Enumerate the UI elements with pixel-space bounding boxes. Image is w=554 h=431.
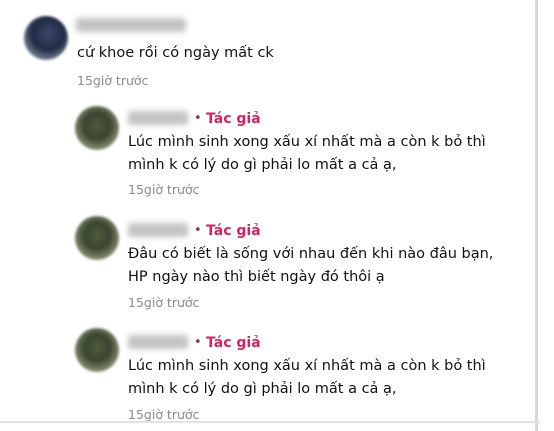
author-name-blurred[interactable]: [128, 223, 188, 237]
reply: • Tác giả Lúc mình sinh xong xấu xí nhất…: [0, 100, 540, 200]
reply: • Tác giả Đâu có biết là sống với nhau đ…: [0, 212, 540, 312]
separator-dot: •: [194, 223, 202, 238]
reply-text-line: Đâu có biết là sống với nhau đến khi nào…: [128, 246, 494, 262]
comment: cứ khoe rồi có ngày mất ck 15giờ trước: [0, 0, 540, 95]
bottom-divider: [0, 421, 540, 423]
author-badge: Tác giả: [206, 223, 261, 239]
author-badge: Tác giả: [206, 111, 261, 127]
avatar[interactable]: [75, 106, 119, 150]
right-border: [535, 0, 538, 431]
avatar[interactable]: [75, 216, 119, 260]
reply-timestamp[interactable]: 15giờ trước: [128, 182, 199, 198]
comment-text-line: cứ khoe rồi có ngày mất ck: [77, 45, 274, 61]
author-badge: Tác giả: [206, 335, 261, 351]
comment-timestamp[interactable]: 15giờ trước: [77, 73, 148, 89]
commenter-name-blurred[interactable]: [76, 18, 186, 32]
separator-dot: •: [194, 335, 202, 350]
reply: • Tác giả Lúc mình sinh xong xấu xí nhất…: [0, 324, 540, 424]
reply-text-line: mình k có lý do gì phải lo mất a cả ạ,: [128, 381, 397, 397]
reply-text-line: mình k có lý do gì phải lo mất a cả ạ,: [128, 157, 397, 173]
separator-dot: •: [194, 111, 202, 126]
reply-text-line: HP ngày nào thì biết ngày đó thôi ạ: [128, 269, 385, 285]
reply-timestamp[interactable]: 15giờ trước: [128, 295, 199, 311]
avatar[interactable]: [75, 328, 119, 372]
author-name-blurred[interactable]: [128, 335, 188, 349]
author-name-blurred[interactable]: [128, 111, 188, 125]
comment-thread: cứ khoe rồi có ngày mất ck 15giờ trước •…: [0, 0, 554, 431]
avatar[interactable]: [24, 16, 68, 60]
reply-text-line: Lúc mình sinh xong xấu xí nhất mà a còn …: [128, 134, 486, 150]
reply-text-line: Lúc mình sinh xong xấu xí nhất mà a còn …: [128, 358, 486, 374]
